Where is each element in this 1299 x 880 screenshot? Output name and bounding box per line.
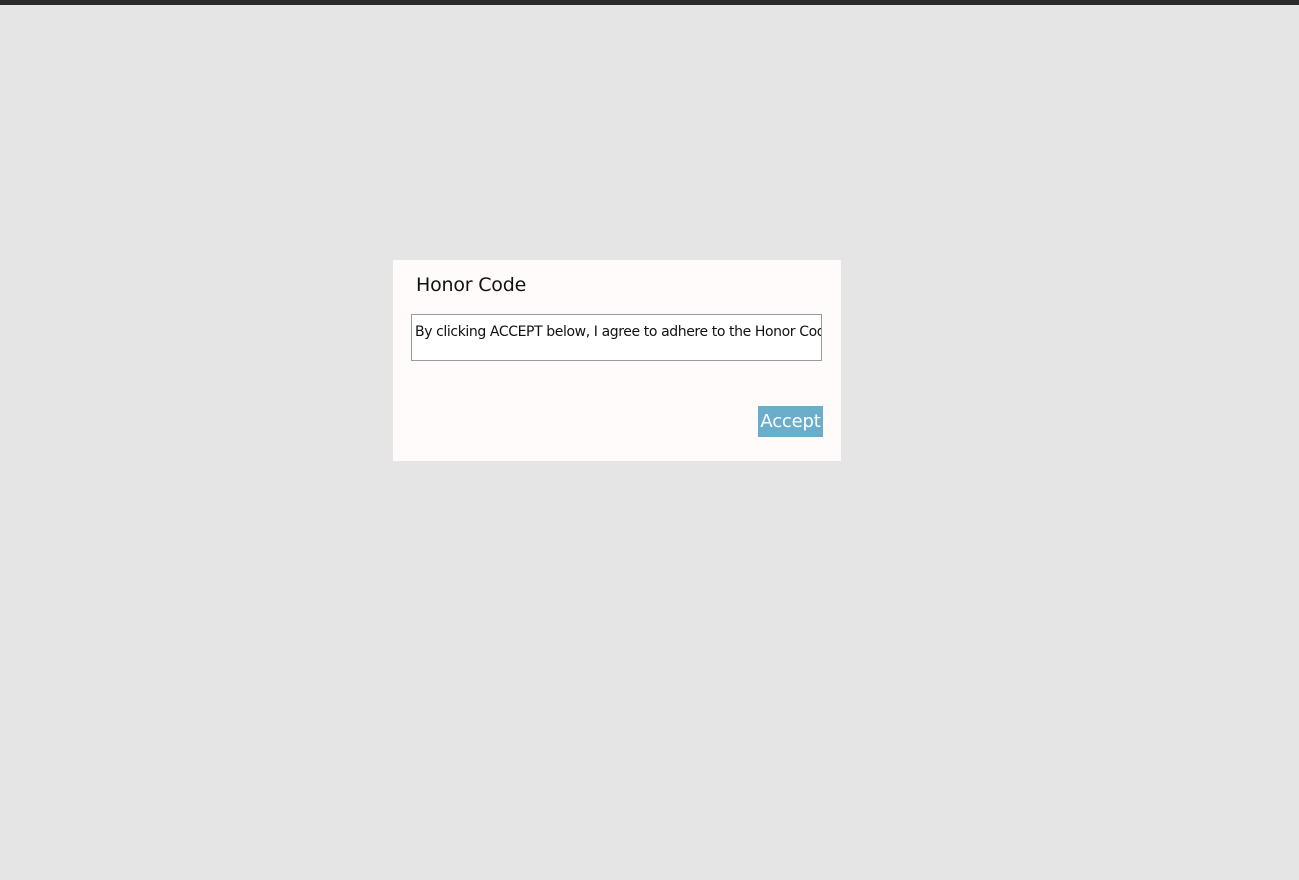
dialog-title: Honor Code xyxy=(416,274,527,296)
honor-code-dialog: Honor Code By clicking ACCEPT below, I a… xyxy=(393,260,841,461)
agreement-text-box: By clicking ACCEPT below, I agree to adh… xyxy=(411,314,822,361)
top-bar xyxy=(0,0,1299,5)
accept-button[interactable]: Accept xyxy=(758,406,823,437)
